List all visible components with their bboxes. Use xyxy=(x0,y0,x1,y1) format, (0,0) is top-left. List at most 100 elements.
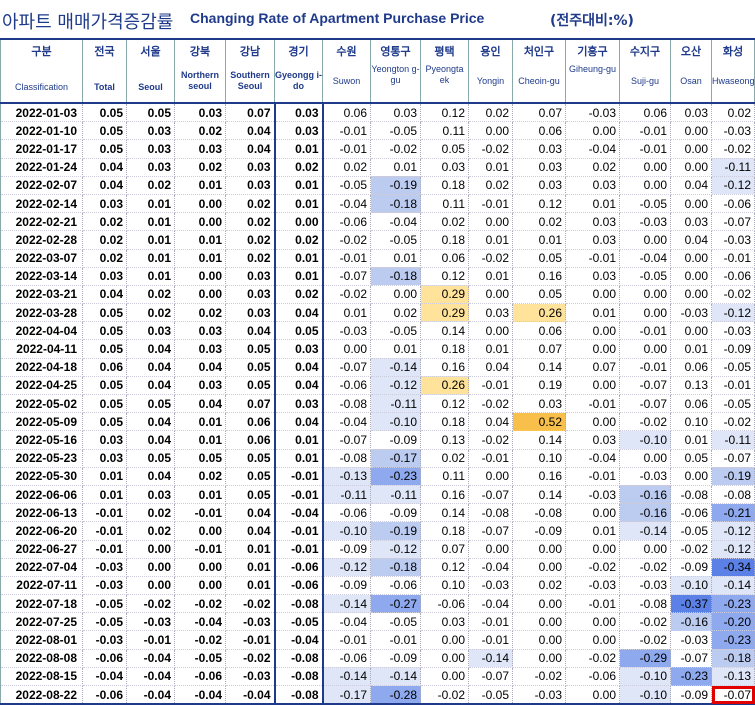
value-cell: 0.05 xyxy=(225,358,276,377)
value-cell: 0.05 xyxy=(670,449,712,468)
value-cell: -0.07 xyxy=(468,485,513,505)
value-cell: -0.03 xyxy=(670,630,712,650)
value-cell: -0.01 xyxy=(322,249,371,268)
value-cell: -0.09 xyxy=(711,339,755,359)
value-cell: 0.16 xyxy=(512,467,566,486)
value-cell: -0.04 xyxy=(370,212,421,232)
value-cell: -0.02 xyxy=(126,594,175,614)
value-cell: 0.04 xyxy=(126,467,175,486)
value-cell: 0.03 xyxy=(225,158,276,177)
value-cell: 0.04 xyxy=(82,285,127,305)
value-cell: 0.01 xyxy=(174,249,226,268)
value-cell: 0.03 xyxy=(82,194,127,214)
value-cell: 0.01 xyxy=(322,303,371,323)
value-cell: -0.02 xyxy=(225,649,276,668)
value-cell: 0.01 xyxy=(370,339,421,359)
row-date: 2022-05-30 xyxy=(0,467,83,486)
value-cell: -0.06 xyxy=(370,576,421,596)
value-cell: 0.01 xyxy=(670,339,712,359)
value-cell: -0.05 xyxy=(82,612,127,632)
table-row: 2022-01-17 0.05 0.03 0.03 0.04 0.01 -0.01 -0.02… xyxy=(0,139,755,159)
value-cell: -0.06 xyxy=(322,212,371,232)
value-cell: 0.01 xyxy=(126,249,175,268)
value-cell: -0.08 xyxy=(322,394,371,414)
row-date: 2022-05-23 xyxy=(0,449,83,468)
value-cell: 0.03 xyxy=(174,103,226,123)
value-cell: 0.02 xyxy=(174,303,226,323)
value-cell: 0.00 xyxy=(322,339,371,359)
value-cell: 0.00 xyxy=(565,503,620,523)
table-row: 2022-01-03 0.05 0.05 0.03 0.07 0.03 0.06 0.03 0.… xyxy=(0,103,755,123)
value-cell: -0.06 xyxy=(274,576,324,596)
value-cell: 0.03 xyxy=(82,267,127,286)
value-cell: -0.03 xyxy=(619,467,671,486)
value-cell: -0.12 xyxy=(370,376,421,396)
value-cell: -0.17 xyxy=(370,449,421,468)
value-cell: -0.01 xyxy=(565,249,620,268)
value-cell: 0.01 xyxy=(174,430,226,450)
value-cell: -0.06 xyxy=(274,558,324,577)
value-cell: 0.00 xyxy=(512,594,566,614)
value-cell: -0.12 xyxy=(322,558,371,577)
value-cell: 0.04 xyxy=(126,412,175,432)
value-cell: -0.08 xyxy=(468,503,513,523)
table-row: 2022-03-28 0.05 0.02 0.02 0.03 0.04 0.01 0.02 0.… xyxy=(0,303,755,323)
value-cell: -0.10 xyxy=(670,576,712,596)
table-row: 2022-08-22 -0.06 -0.04 -0.04 -0.04 -0.08 -0.17… xyxy=(0,685,755,705)
value-cell: 0.18 xyxy=(420,521,469,541)
value-cell: 0.02 xyxy=(512,212,566,232)
value-cell: 0.16 xyxy=(512,267,566,286)
value-cell: 0.18 xyxy=(420,412,469,432)
value-cell: -0.04 xyxy=(174,685,226,705)
value-cell: -0.01 xyxy=(82,503,127,523)
value-cell: 0.05 xyxy=(82,121,127,141)
value-cell: 0.00 xyxy=(565,321,620,341)
value-cell: -0.03 xyxy=(225,612,276,632)
value-cell: 0.03 xyxy=(670,212,712,232)
row-date: 2022-04-04 xyxy=(0,321,83,341)
value-cell: 0.05 xyxy=(512,249,566,268)
value-cell: 0.04 xyxy=(468,412,513,432)
value-cell: 0.04 xyxy=(82,158,127,177)
value-cell: -0.02 xyxy=(174,594,226,614)
table-row: 2022-08-01 -0.03 -0.01 -0.02 -0.01 -0.04 -0.01… xyxy=(0,630,755,650)
value-cell: 0.02 xyxy=(174,467,226,486)
value-cell: -0.03 xyxy=(670,303,712,323)
value-cell: -0.01 xyxy=(711,249,755,268)
value-cell: -0.09 xyxy=(670,558,712,577)
value-cell: -0.08 xyxy=(274,649,324,668)
value-cell: 0.01 xyxy=(225,558,276,577)
value-cell: 0.04 xyxy=(468,358,513,377)
value-cell: 0.01 xyxy=(670,430,712,450)
value-cell: -0.06 xyxy=(670,503,712,523)
value-cell: 0.00 xyxy=(565,685,620,705)
value-cell: -0.04 xyxy=(274,503,324,523)
value-cell: 0.01 xyxy=(225,540,276,559)
value-cell: -0.27 xyxy=(370,594,421,614)
value-cell: 0.03 xyxy=(512,158,566,177)
table-row: 2022-05-23 0.03 0.05 0.05 0.05 0.01 -0.08 -0.17… xyxy=(0,449,755,468)
table-row: 2022-06-13 -0.01 0.02 -0.01 0.04 -0.04 -0.06 -0… xyxy=(0,503,755,523)
value-cell: 0.00 xyxy=(619,449,671,468)
value-cell: -0.02 xyxy=(370,139,421,159)
value-cell: 0.05 xyxy=(225,376,276,396)
value-cell: 0.00 xyxy=(670,194,712,214)
value-cell: -0.05 xyxy=(82,594,127,614)
value-cell: 0.07 xyxy=(512,103,566,123)
value-cell: -0.01 xyxy=(174,540,226,559)
value-cell: -0.05 xyxy=(670,521,712,541)
value-cell: 0.04 xyxy=(274,412,324,432)
value-cell: 0.00 xyxy=(619,230,671,250)
value-cell: -0.18 xyxy=(370,267,421,286)
value-cell: -0.01 xyxy=(174,503,226,523)
table-row: 2022-04-11 0.05 0.04 0.03 0.05 0.03 0.00 0.01 0.… xyxy=(0,339,755,359)
value-cell: -0.06 xyxy=(322,376,371,396)
value-cell: -0.05 xyxy=(174,649,226,668)
value-cell: -0.03 xyxy=(711,321,755,341)
value-cell: -0.07 xyxy=(670,649,712,668)
value-cell: 0.03 xyxy=(174,376,226,396)
value-cell: 0.00 xyxy=(512,630,566,650)
value-cell: -0.08 xyxy=(670,485,712,505)
value-cell: -0.16 xyxy=(670,612,712,632)
row-date: 2022-08-22 xyxy=(0,685,83,705)
